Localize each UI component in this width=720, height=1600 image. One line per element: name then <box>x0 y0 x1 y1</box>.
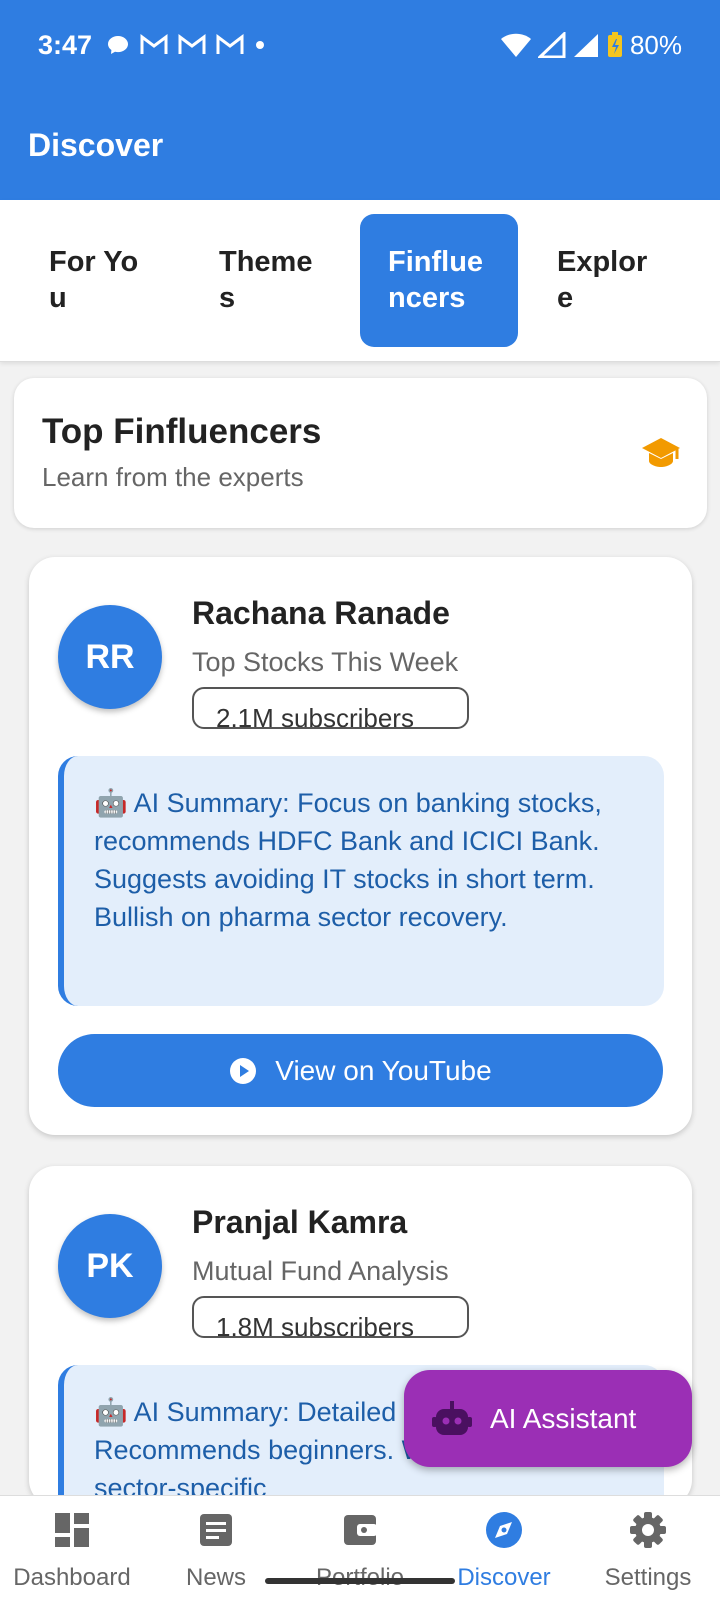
dot-icon <box>256 41 265 49</box>
nav-settings[interactable]: Settings <box>576 1510 720 1592</box>
robot-icon <box>432 1400 472 1435</box>
wallet-icon <box>344 1515 377 1545</box>
avatar: RR <box>58 605 162 709</box>
nav-dashboard[interactable]: Dashboard <box>0 1510 144 1592</box>
news-icon <box>200 1514 232 1546</box>
tab-for-you[interactable]: For You <box>21 214 179 347</box>
play-circle-icon <box>230 1057 257 1084</box>
subscriber-badge: 1.8M subscribers <box>192 1296 469 1338</box>
signal-icon <box>537 32 566 58</box>
gear-icon <box>630 1512 666 1548</box>
bottom-navigation: Dashboard News Portfolio Discover Settin… <box>0 1495 720 1600</box>
nav-label: Discover <box>457 1564 551 1591</box>
section-title: Top Finfluencers <box>42 412 322 451</box>
avatar: PK <box>58 1214 162 1318</box>
finfluencer-name: Pranjal Kamra <box>192 1204 408 1240</box>
app-bar: Discover <box>0 90 720 200</box>
gmail-icon <box>140 34 168 54</box>
gmail-icon <box>216 34 244 54</box>
gmail-icon <box>178 34 206 54</box>
tab-themes[interactable]: Themes <box>191 214 349 347</box>
battery-level: 80% <box>629 29 682 60</box>
nav-label: Settings <box>604 1564 692 1591</box>
notification-icons <box>106 33 266 57</box>
tab-explore[interactable]: Explore <box>529 214 687 347</box>
status-bar: 3:47 80% <box>0 0 720 90</box>
gesture-bar[interactable] <box>265 1578 455 1584</box>
section-subtitle: Learn from the experts <box>42 462 304 492</box>
section-header-card: Top Finfluencers Learn from the experts <box>14 378 707 528</box>
dashboard-icon <box>55 1513 89 1547</box>
status-right: 80% <box>500 30 682 61</box>
subscriber-badge: 2.1M subscribers <box>192 687 469 729</box>
ai-assistant-label: AI Assistant <box>490 1402 637 1434</box>
view-on-youtube-label: View on YouTube <box>275 1054 492 1086</box>
nav-label: News <box>185 1564 246 1591</box>
status-time: 3:47 <box>38 29 93 60</box>
ai-assistant-button[interactable]: AI Assistant <box>404 1370 692 1467</box>
compass-icon <box>486 1512 522 1548</box>
tab-bar: For You Themes Finfluencers Explore <box>0 200 720 362</box>
wifi-icon <box>500 33 531 57</box>
page-title: Discover <box>28 126 164 163</box>
finfluencer-card: RR Rachana Ranade Top Stocks This Week 2… <box>29 557 692 1135</box>
view-on-youtube-button[interactable]: View on YouTube <box>58 1034 663 1107</box>
video-topic: Top Stocks This Week <box>192 647 459 677</box>
signal-icon <box>573 34 598 57</box>
battery-icon <box>607 32 622 57</box>
finfluencer-name: Rachana Ranade <box>192 595 450 631</box>
ai-summary: 🤖 AI Summary: Focus on banking stocks, r… <box>58 756 664 1006</box>
tab-finfluencers[interactable]: Finfluencers <box>360 214 518 347</box>
nav-label: Dashboard <box>13 1564 131 1591</box>
video-topic: Mutual Fund Analysis <box>192 1256 449 1286</box>
graduation-cap-icon <box>642 438 680 467</box>
chat-icon <box>108 36 129 54</box>
